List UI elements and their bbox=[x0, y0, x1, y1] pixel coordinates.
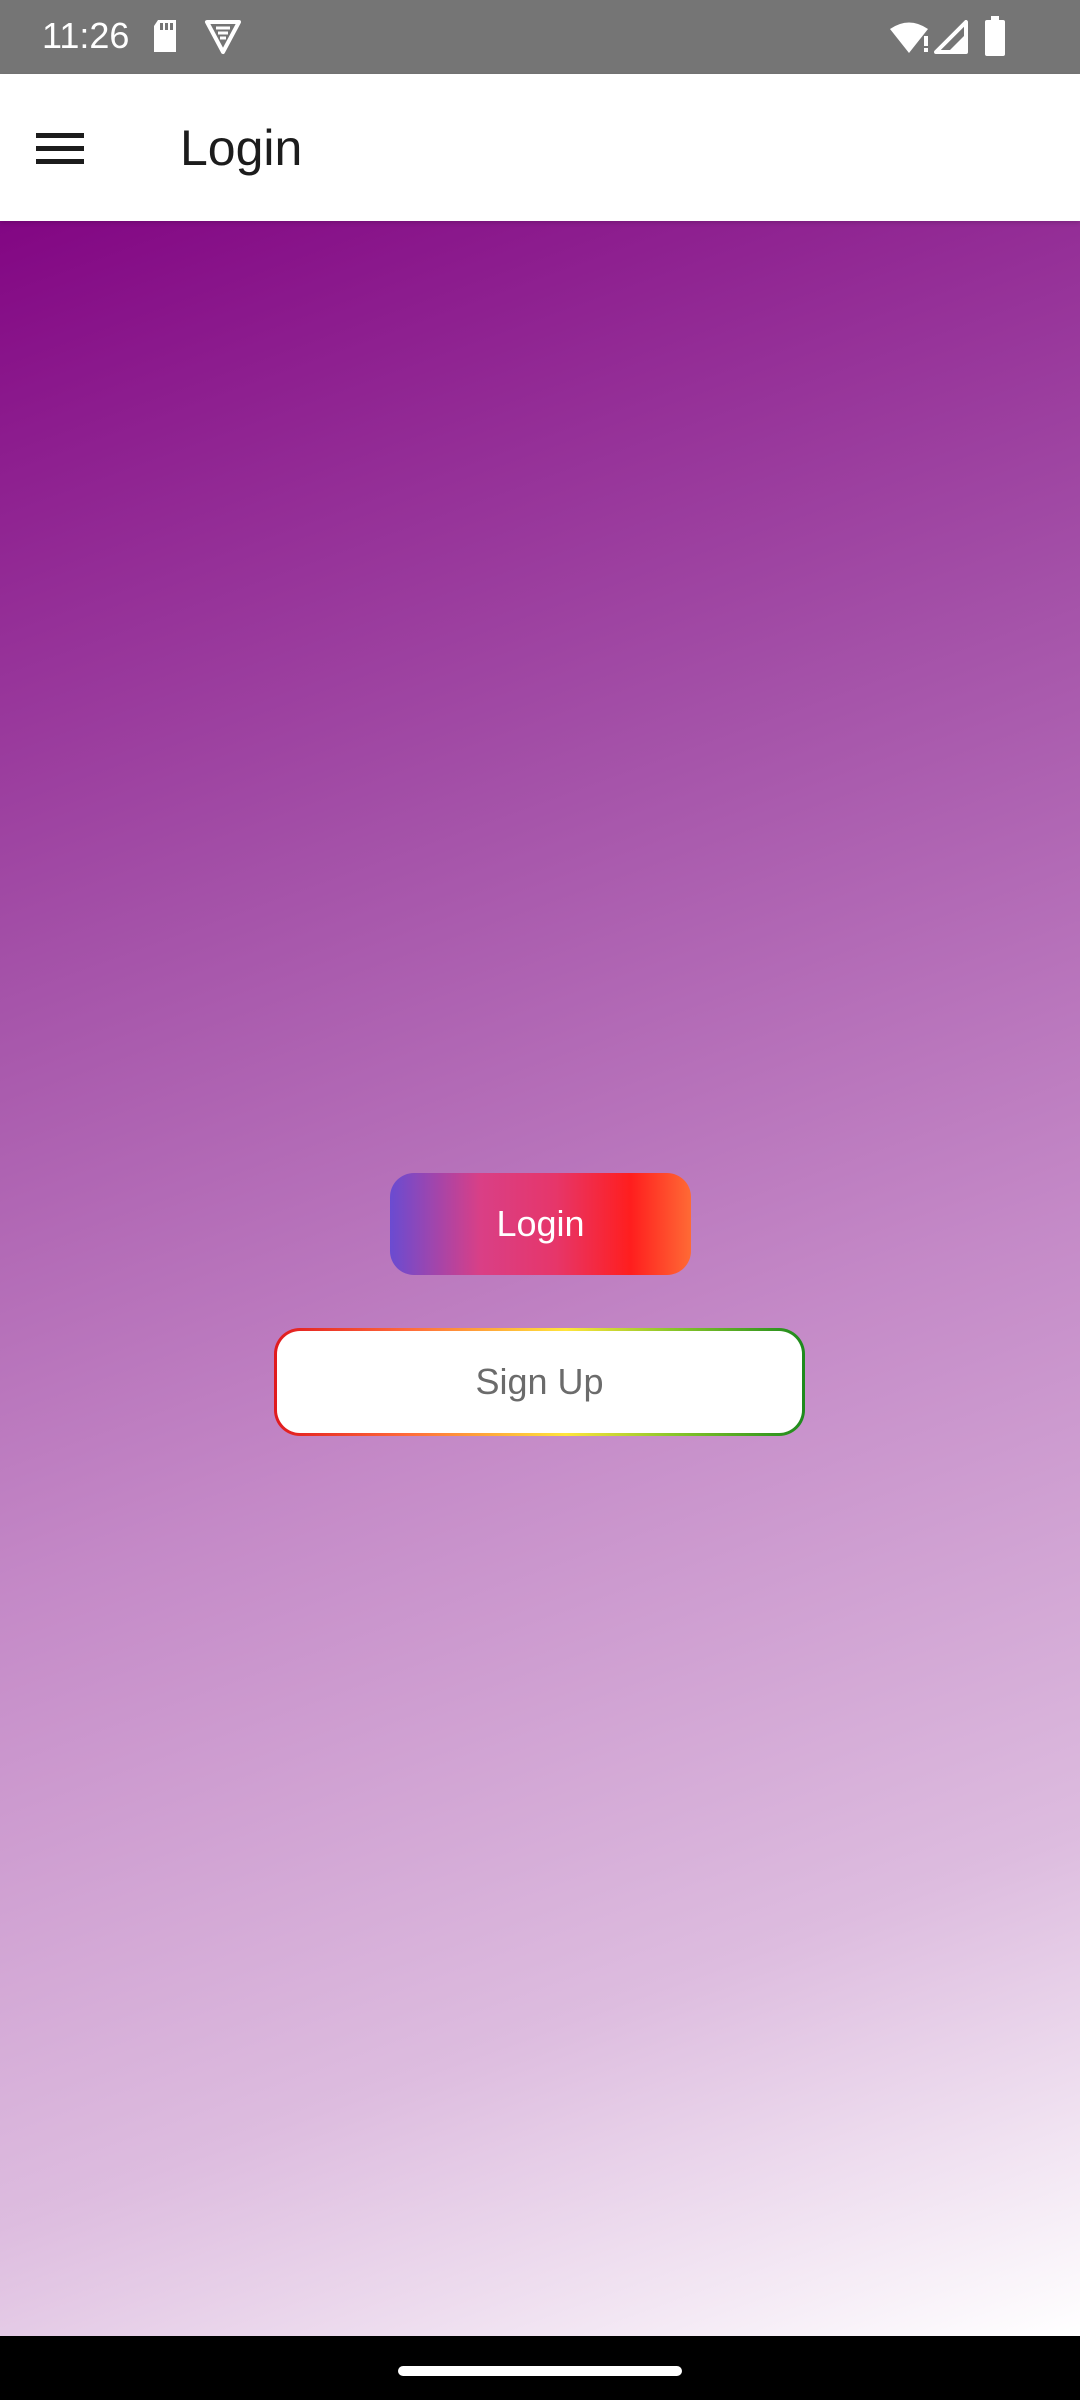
hamburger-menu-icon[interactable] bbox=[30, 118, 90, 178]
signup-button-border[interactable]: Sign Up bbox=[274, 1328, 805, 1436]
status-time: 11:26 bbox=[42, 15, 130, 56]
wifi-alert-icon bbox=[888, 20, 930, 54]
login-button[interactable]: Login bbox=[390, 1173, 691, 1275]
app-bar: Login bbox=[0, 74, 1080, 221]
signup-button[interactable]: Sign Up bbox=[277, 1331, 802, 1433]
vpn-shield-icon bbox=[204, 18, 242, 56]
home-gesture-handle[interactable] bbox=[398, 2366, 682, 2376]
status-bar: 11:26 bbox=[0, 0, 1080, 74]
sd-card-icon bbox=[150, 18, 180, 54]
main-content: Login Sign Up bbox=[0, 221, 1080, 2336]
system-nav-bar bbox=[0, 2336, 1080, 2400]
page-title: Login bbox=[180, 120, 303, 176]
battery-icon bbox=[984, 16, 1006, 56]
signal-icon bbox=[934, 20, 968, 54]
